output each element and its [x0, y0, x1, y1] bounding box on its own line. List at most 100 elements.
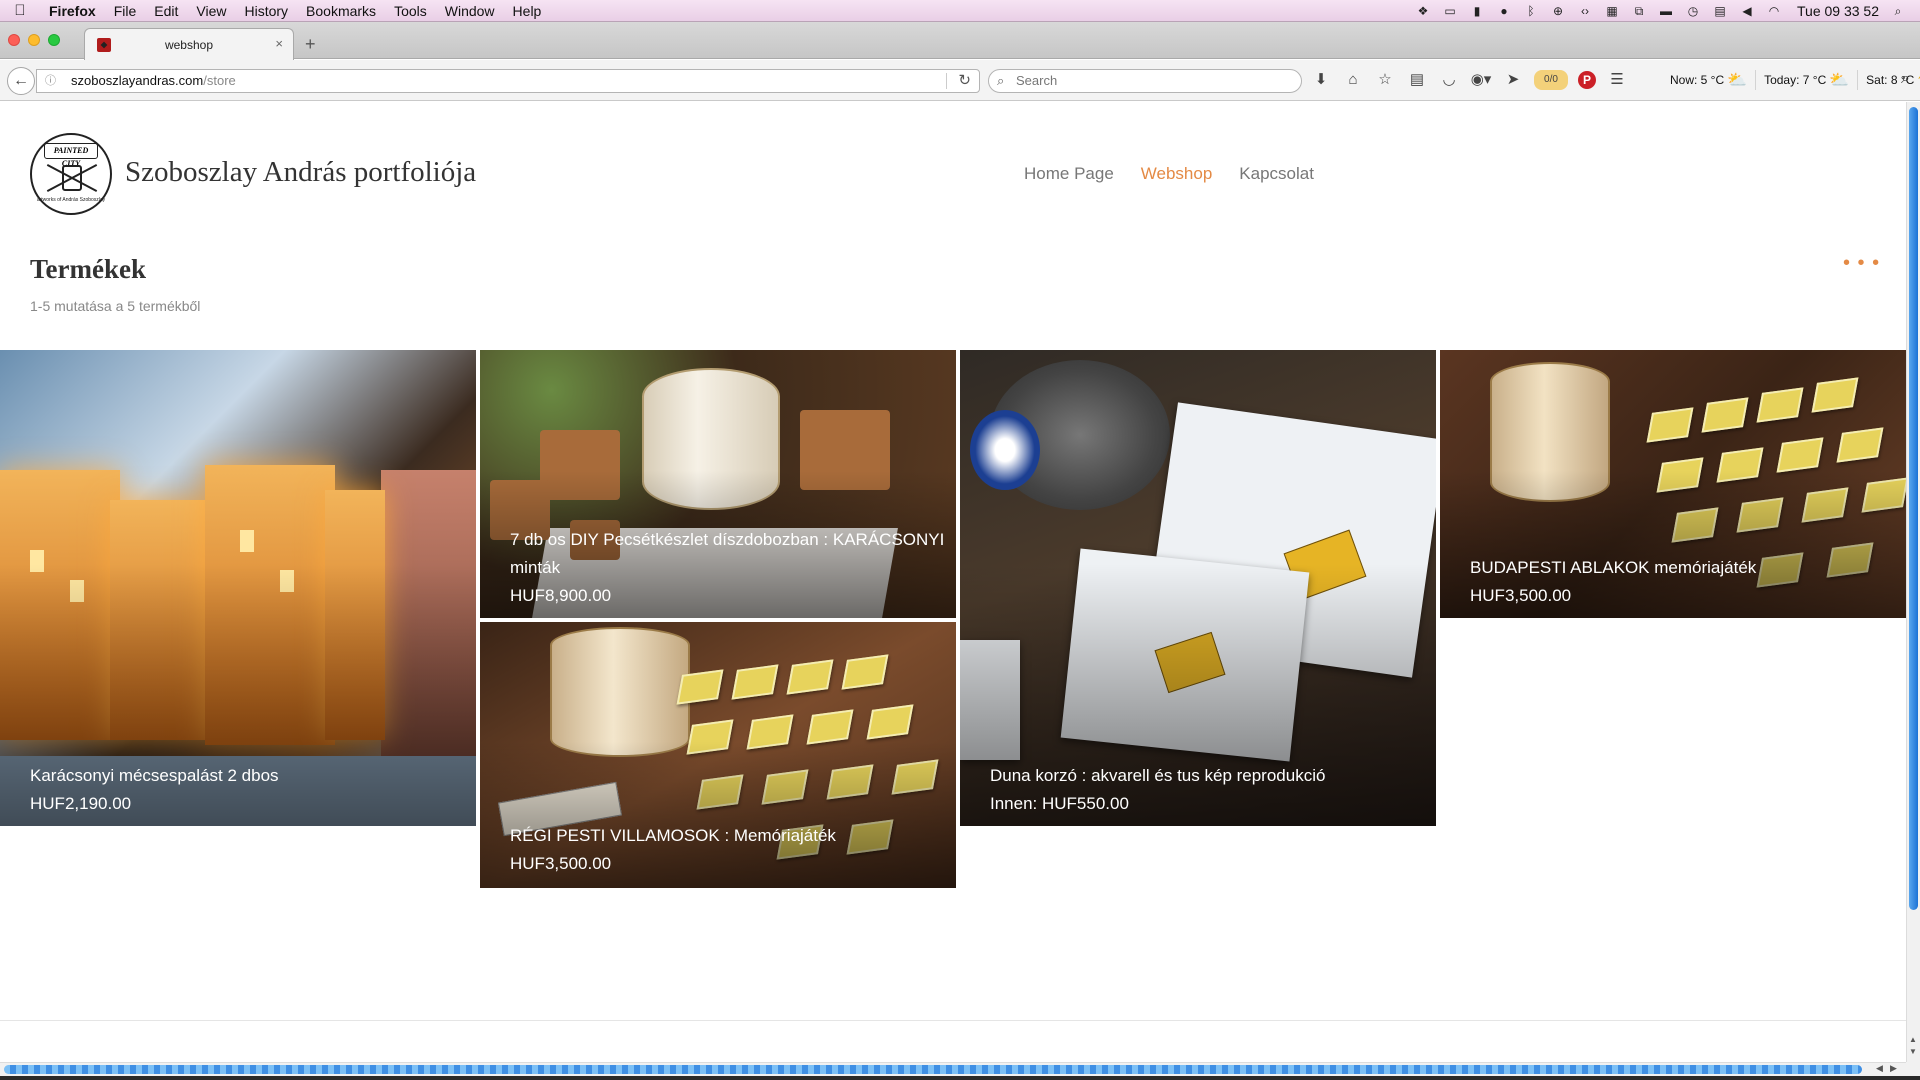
reload-icon[interactable]: ↻: [958, 70, 971, 92]
window-minimize-button[interactable]: [28, 34, 40, 46]
horizontal-scrollbar[interactable]: ◀ ▶: [0, 1062, 1920, 1076]
weather-today-label: Today: 7 °C: [1764, 73, 1827, 87]
menu-window[interactable]: Window: [436, 3, 504, 19]
toolbar-icons: ⬇ ⌂ ☆ ▤ ◡ ◉▾ ➤ 0/0 P ☰: [1310, 70, 1628, 90]
weather-now-label: Now: 5 °C: [1670, 73, 1725, 87]
product-price: HUF3,500.00: [510, 854, 612, 873]
menu-view[interactable]: View: [187, 3, 235, 19]
vertical-scroll-thumb[interactable]: [1909, 107, 1918, 910]
tab-close-icon[interactable]: ×: [275, 36, 283, 51]
scroll-right-arrow-icon[interactable]: ▶: [1890, 1063, 1897, 1074]
scroll-left-arrow-icon[interactable]: ◀: [1876, 1063, 1883, 1074]
product-name[interactable]: Duna korzó : akvarell és tus kép reprodu…: [990, 762, 1428, 790]
menubar-clock[interactable]: Tue 09 33 52: [1797, 3, 1879, 19]
product-card[interactable]: Karácsonyi mécsespalást 2 dbos HUF2,190.…: [0, 350, 476, 826]
search-input[interactable]: ⌕ Search: [988, 69, 1302, 93]
menu-hamburger-icon[interactable]: ☰: [1606, 70, 1628, 90]
url-text: szoboszlayandras.com/store: [71, 70, 236, 92]
product-name[interactable]: RÉGI PESTI VILLAMOSOK : Memóriajáték: [510, 822, 948, 850]
menu-app-name[interactable]: Firefox: [40, 3, 105, 19]
downloads-icon[interactable]: ⬇: [1310, 70, 1332, 90]
status-tray: ❖ ▭ ▮ ● ᛒ ⊕ ‹› ▦ ⧉ ▬ ◷ ▤ ◀ ◠ Tue 09 33 5…: [1415, 3, 1920, 19]
dropbox-icon[interactable]: ❖: [1415, 4, 1431, 18]
tab-webshop[interactable]: webshop ×: [84, 28, 294, 60]
volume-icon[interactable]: ◀: [1739, 4, 1755, 18]
result-count: 1-5 mutatása a 5 termékből: [30, 298, 201, 314]
system-menu-bar:  Firefox File Edit View History Bookmar…: [0, 0, 1920, 22]
product-card[interactable]: 7 db os DIY Pecsétkészlet díszdobozban :…: [480, 350, 956, 618]
logo-banner: PAINTED CITY: [44, 143, 98, 168]
weather-saturday: Sat: 8 °C☂: [1857, 70, 1920, 90]
site-info-icon[interactable]: ⓘ: [45, 70, 56, 92]
nav-kapcsolat[interactable]: Kapcsolat: [1239, 164, 1314, 184]
weather-today: Today: 7 °C ⛅: [1755, 70, 1857, 90]
bookmark-star-icon[interactable]: ☆: [1374, 70, 1396, 90]
url-path: /store: [203, 73, 236, 88]
url-bar[interactable]: ⓘ szoboszlayandras.com/store ↻: [36, 69, 980, 93]
toolbar-search-icon[interactable]: ⌕: [1901, 70, 1910, 88]
nav-webshop[interactable]: Webshop: [1141, 164, 1213, 184]
pinterest-icon[interactable]: P: [1578, 71, 1596, 89]
back-button[interactable]: ←: [7, 67, 35, 95]
calendar-icon[interactable]: ▤: [1712, 4, 1728, 18]
new-tab-button[interactable]: +: [305, 35, 316, 53]
paint-jar-icon: [62, 165, 82, 191]
menu-file[interactable]: File: [105, 3, 146, 19]
nav-home-page[interactable]: Home Page: [1024, 164, 1114, 184]
partly-cloudy-icon: ⛅: [1829, 72, 1850, 89]
search-icon: ⌕: [997, 73, 1005, 88]
site-logo[interactable]: PAINTED CITY artworks of András Szoboszl…: [30, 133, 112, 215]
product-name[interactable]: 7 db os DIY Pecsétkészlet díszdobozban :…: [510, 526, 948, 582]
scroll-down-arrow-icon[interactable]: ▼: [1909, 1047, 1917, 1056]
horizontal-scroll-thumb[interactable]: [4, 1065, 1862, 1074]
footer-divider: [0, 1020, 1906, 1021]
url-divider: [946, 73, 947, 89]
window-close-button[interactable]: [8, 34, 20, 46]
spotlight-search-icon[interactable]: ⌕: [1890, 4, 1906, 18]
apple-menu-icon[interactable]: : [0, 2, 40, 19]
accessibility-icon[interactable]: ⊕: [1550, 4, 1566, 18]
menu-history[interactable]: History: [235, 3, 297, 19]
web-page: PAINTED CITY artworks of András Szoboszl…: [0, 102, 1906, 1062]
vertical-scrollbar[interactable]: ▲ ▼: [1906, 102, 1920, 1062]
partly-cloudy-icon: ⛅: [1727, 72, 1748, 89]
tab-title: webshop: [164, 38, 214, 52]
screenshot-icon[interactable]: ⧉: [1631, 4, 1647, 18]
wifi-icon[interactable]: ◠: [1766, 4, 1782, 18]
antivirus-icon[interactable]: ●: [1496, 4, 1512, 18]
battery-monitor-icon[interactable]: ▮: [1469, 4, 1485, 18]
product-price: HUF2,190.00: [30, 794, 132, 813]
menu-tools[interactable]: Tools: [385, 3, 436, 19]
extension-dropdown-icon[interactable]: ◉▾: [1470, 70, 1492, 90]
menu-edit[interactable]: Edit: [145, 3, 187, 19]
bluetooth-icon[interactable]: ᛒ: [1523, 4, 1539, 18]
time-machine-icon[interactable]: ◷: [1685, 4, 1701, 18]
send-icon[interactable]: ➤: [1502, 70, 1524, 90]
reading-list-icon[interactable]: ▤: [1406, 70, 1428, 90]
menu-bookmarks[interactable]: Bookmarks: [297, 3, 385, 19]
home-icon[interactable]: ⌂: [1342, 70, 1364, 90]
product-card[interactable]: BUDAPESTI ABLAKOK memóriajáték HUF3,500.…: [1440, 350, 1906, 618]
product-card[interactable]: Duna korzó : akvarell és tus kép reprodu…: [960, 350, 1436, 826]
grid-icon[interactable]: ▦: [1604, 4, 1620, 18]
menu-help[interactable]: Help: [504, 3, 551, 19]
pocket-icon[interactable]: ◡: [1438, 70, 1460, 90]
scrollbar-corner: [1906, 1062, 1920, 1076]
display-icon[interactable]: ▭: [1442, 4, 1458, 18]
product-name[interactable]: BUDAPESTI ABLAKOK memóriajáték: [1470, 554, 1898, 582]
product-card[interactable]: RÉGI PESTI VILLAMOSOK : Memóriajáték HUF…: [480, 622, 956, 888]
code-icon[interactable]: ‹›: [1577, 4, 1593, 18]
extension-counter-badge[interactable]: 0/0: [1534, 70, 1568, 90]
weather-now: Now: 5 °C ⛅: [1662, 70, 1755, 90]
main-navigation: Home Page Webshop Kapcsolat: [1024, 164, 1314, 184]
logo-subtitle: artworks of András Szoboszlay: [36, 197, 106, 203]
scroll-up-arrow-icon[interactable]: ▲: [1909, 1035, 1917, 1044]
dock-edge: [0, 1076, 1920, 1080]
site-title[interactable]: Szoboszlay András portfoliója: [125, 156, 476, 189]
product-name[interactable]: Karácsonyi mécsespalást 2 dbos: [30, 762, 468, 790]
monitor-icon[interactable]: ▬: [1658, 4, 1674, 18]
tab-strip: webshop × +: [0, 22, 1920, 60]
weather-widget[interactable]: Now: 5 °C⛅ Today: 7 °C⛅ Sat: 8 °C☂: [1662, 60, 1920, 100]
window-zoom-button[interactable]: [48, 34, 60, 46]
more-options-icon[interactable]: • • •: [1843, 252, 1880, 275]
